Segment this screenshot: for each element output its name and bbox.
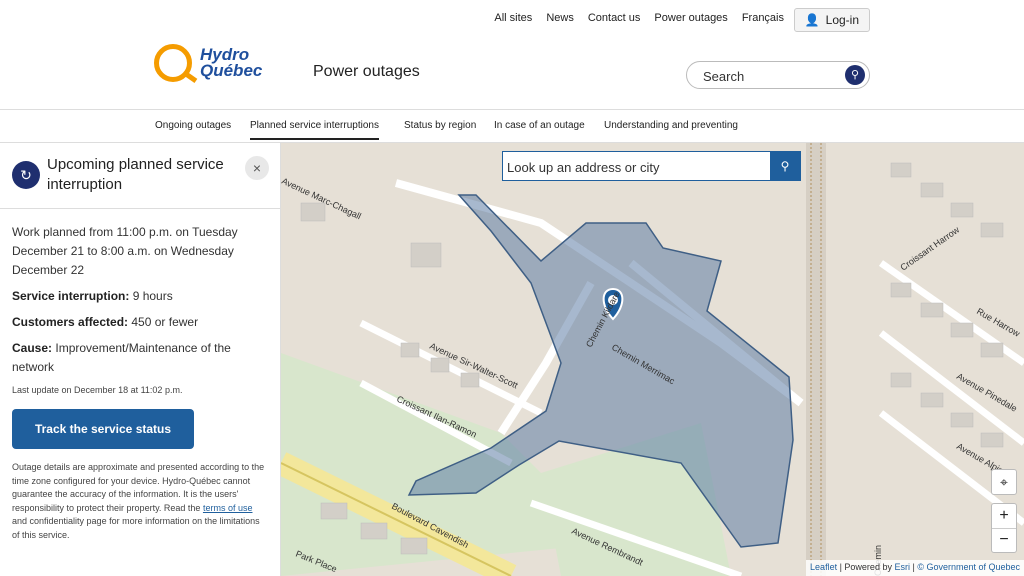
track-service-status-button[interactable]: Track the service status xyxy=(12,409,194,449)
site-search-placeholder: Search xyxy=(703,69,745,84)
close-icon[interactable]: × xyxy=(245,156,269,180)
customers-affected-row: Customers affected: 450 or fewer xyxy=(12,313,267,332)
site-header: All sites News Contact us Power outages … xyxy=(0,0,1024,110)
cause-label: Cause: xyxy=(12,341,53,355)
rail-corridor xyxy=(806,143,826,576)
outage-details-panel: ↻ Upcoming planned service interruption … xyxy=(0,143,281,576)
terms-of-use-link[interactable]: terms of use xyxy=(203,503,253,513)
nav-in-case-of-outage[interactable]: In case of an outage xyxy=(494,120,585,131)
work-period: Work planned from 11:00 p.m. on Tuesday … xyxy=(12,225,238,277)
page-title: Power outages xyxy=(313,63,420,80)
powered-by-label: Powered by xyxy=(844,562,892,572)
zoom-out-button[interactable]: − xyxy=(992,529,1016,553)
service-interruption-value: 9 hours xyxy=(132,289,173,303)
panel-title: Upcoming planned service interruption xyxy=(47,156,224,193)
zoom-controls: + − xyxy=(991,503,1017,553)
logo-text: Hydro Québec xyxy=(200,45,263,80)
disclaimer-post: and confidentiality page for more inform… xyxy=(12,516,260,540)
logo-q-icon xyxy=(154,44,192,82)
nav-understanding-preventing[interactable]: Understanding and preventing xyxy=(604,120,738,131)
hydro-quebec-logo[interactable]: Hydro Québec xyxy=(154,44,280,82)
last-update: Last update on December 18 at 11:02 p.m. xyxy=(12,385,183,395)
panel-body: Work planned from 11:00 p.m. on Tuesday … xyxy=(12,223,267,542)
search-icon[interactable]: ⚲ xyxy=(770,152,800,180)
utility-link-contact[interactable]: Contact us xyxy=(588,12,641,24)
login-button[interactable]: 👤 Log-in xyxy=(793,8,870,32)
main-navigation: Ongoing outages Planned service interrup… xyxy=(0,110,1024,143)
utility-link-news[interactable]: News xyxy=(546,12,574,24)
leaflet-link[interactable]: Leaflet xyxy=(810,562,837,572)
utility-link-power-outages[interactable]: Power outages xyxy=(654,12,727,24)
utility-links: All sites News Contact us Power outages … xyxy=(494,12,784,24)
zoom-in-button[interactable]: + xyxy=(992,504,1016,529)
map-canvas[interactable]: Avenue Marc-Chagall Avenue Sir-Walter-Sc… xyxy=(281,143,1024,576)
cause-row: Cause: Improvement/Maintenance of the ne… xyxy=(12,339,267,377)
customers-affected-value: 450 or fewer xyxy=(131,315,199,329)
panel-header: ↻ Upcoming planned service interruption … xyxy=(0,143,281,209)
map-attribution: Leaflet | Powered by Esri | © Government… xyxy=(806,560,1024,576)
service-interruption-label: Service interruption: xyxy=(12,289,130,303)
locate-me-icon[interactable]: ⌖ xyxy=(991,469,1017,495)
customers-affected-label: Customers affected: xyxy=(12,315,129,329)
government-attribution: © Government of Quebec xyxy=(917,562,1020,572)
site-search-input[interactable]: Search ⚲ xyxy=(686,61,870,89)
map-address-search[interactable]: Look up an address or city ⚲ xyxy=(502,151,801,181)
outage-map[interactable]: Avenue Marc-Chagall Avenue Sir-Walter-Sc… xyxy=(281,143,1024,576)
map-search-placeholder: Look up an address or city xyxy=(507,160,660,175)
nav-planned-interruptions[interactable]: Planned service interruptions xyxy=(250,120,379,140)
utility-link-francais[interactable]: Français xyxy=(742,12,784,24)
service-interruption-row: Service interruption: 9 hours xyxy=(12,287,267,306)
esri-link[interactable]: Esri xyxy=(894,562,910,572)
search-icon[interactable]: ⚲ xyxy=(845,65,865,85)
user-icon: 👤 xyxy=(804,13,820,27)
login-label: Log-in xyxy=(825,13,859,27)
disclaimer: Outage details are approximate and prese… xyxy=(12,461,267,542)
planned-outage-icon: ↻ xyxy=(12,161,40,189)
utility-link-all-sites[interactable]: All sites xyxy=(494,12,532,24)
nav-ongoing-outages[interactable]: Ongoing outages xyxy=(155,120,231,131)
nav-status-by-region[interactable]: Status by region xyxy=(404,120,476,131)
